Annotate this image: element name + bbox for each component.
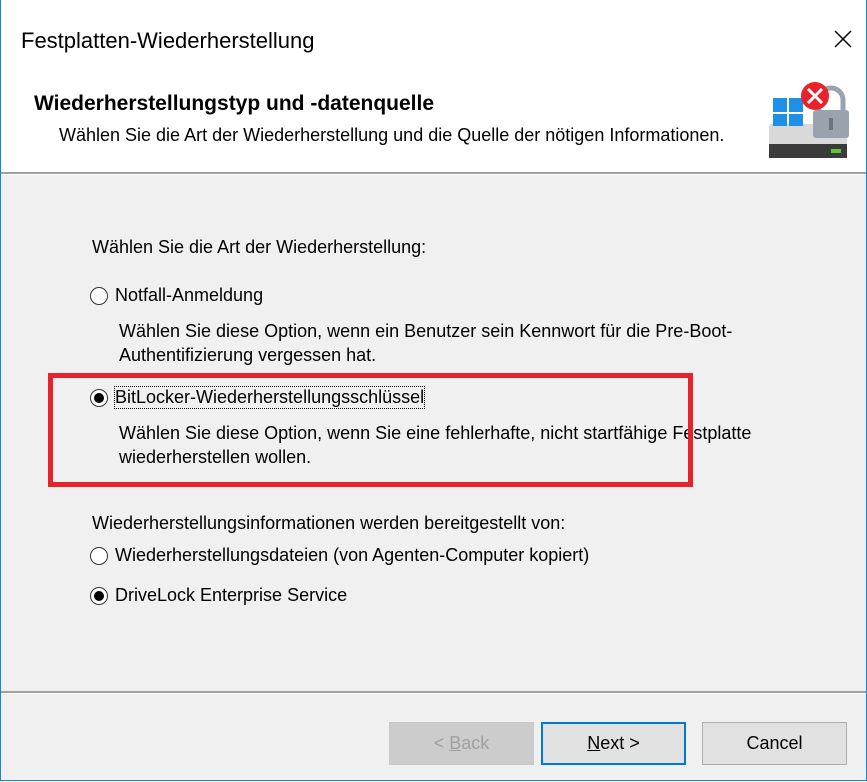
recovery-type-label: Wählen Sie die Art der Wiederherstellung…: [92, 237, 427, 257]
recovery-dialog: Festplatten-Wiederherstellung Wiederhers…: [0, 0, 867, 781]
radio-circle-selected[interactable]: [90, 388, 108, 407]
notfall-description: Wählen Sie diese Option, wenn ein Benutz…: [119, 321, 733, 365]
back-button[interactable]: < Back: [389, 722, 534, 765]
bitlocker-description: Wählen Sie diese Option, wenn Sie eine f…: [119, 423, 752, 467]
radio-circle[interactable]: [90, 286, 108, 305]
radio-bitlocker-key[interactable]: BitLocker-Wiederherstellungsschlüssel: [90, 386, 426, 409]
radio-label: Wiederherstellungsdateien (von Agenten-C…: [115, 545, 590, 565]
radio-circle-selected[interactable]: [90, 586, 108, 605]
window-title: Festplatten-Wiederherstellung: [21, 28, 315, 53]
next-button[interactable]: Next >: [541, 722, 686, 765]
page-subtitle: Wählen Sie die Art der Wiederherstellung…: [59, 125, 725, 145]
close-button[interactable]: [823, 18, 863, 60]
wizard-footer: < Back Next > Cancel: [1, 694, 866, 780]
radio-recovery-files[interactable]: Wiederherstellungsdateien (von Agenten-C…: [90, 545, 589, 566]
close-icon: [834, 30, 852, 48]
radio-circle[interactable]: [90, 546, 108, 565]
radio-notfall-anmeldung[interactable]: Notfall-Anmeldung: [90, 285, 263, 306]
next-rest: ext >: [600, 733, 640, 753]
radio-label: BitLocker-Wiederherstellungsschlüssel: [113, 386, 426, 409]
next-mnemonic: N: [587, 733, 601, 753]
cancel-button[interactable]: Cancel: [702, 722, 847, 765]
radio-label: DriveLock Enterprise Service: [115, 585, 348, 605]
source-label: Wiederherstellungsinformationen werden b…: [92, 513, 566, 533]
title-bar: Festplatten-Wiederherstellung: [1, 0, 866, 78]
page-title: Wiederherstellungstyp und -datenquelle: [34, 92, 435, 115]
back-mnemonic: B: [449, 733, 462, 753]
drive-lock-error-icon: [769, 82, 849, 158]
radio-drivelock-enterprise-service[interactable]: DriveLock Enterprise Service: [90, 585, 347, 606]
wizard-content: Wählen Sie die Art der Wiederherstellung…: [1, 175, 866, 691]
back-prefix: <: [433, 733, 450, 753]
back-rest: ack: [461, 733, 490, 753]
wizard-header: Wiederherstellungstyp und -datenquelle W…: [1, 78, 866, 171]
radio-label: Notfall-Anmeldung: [115, 285, 264, 305]
